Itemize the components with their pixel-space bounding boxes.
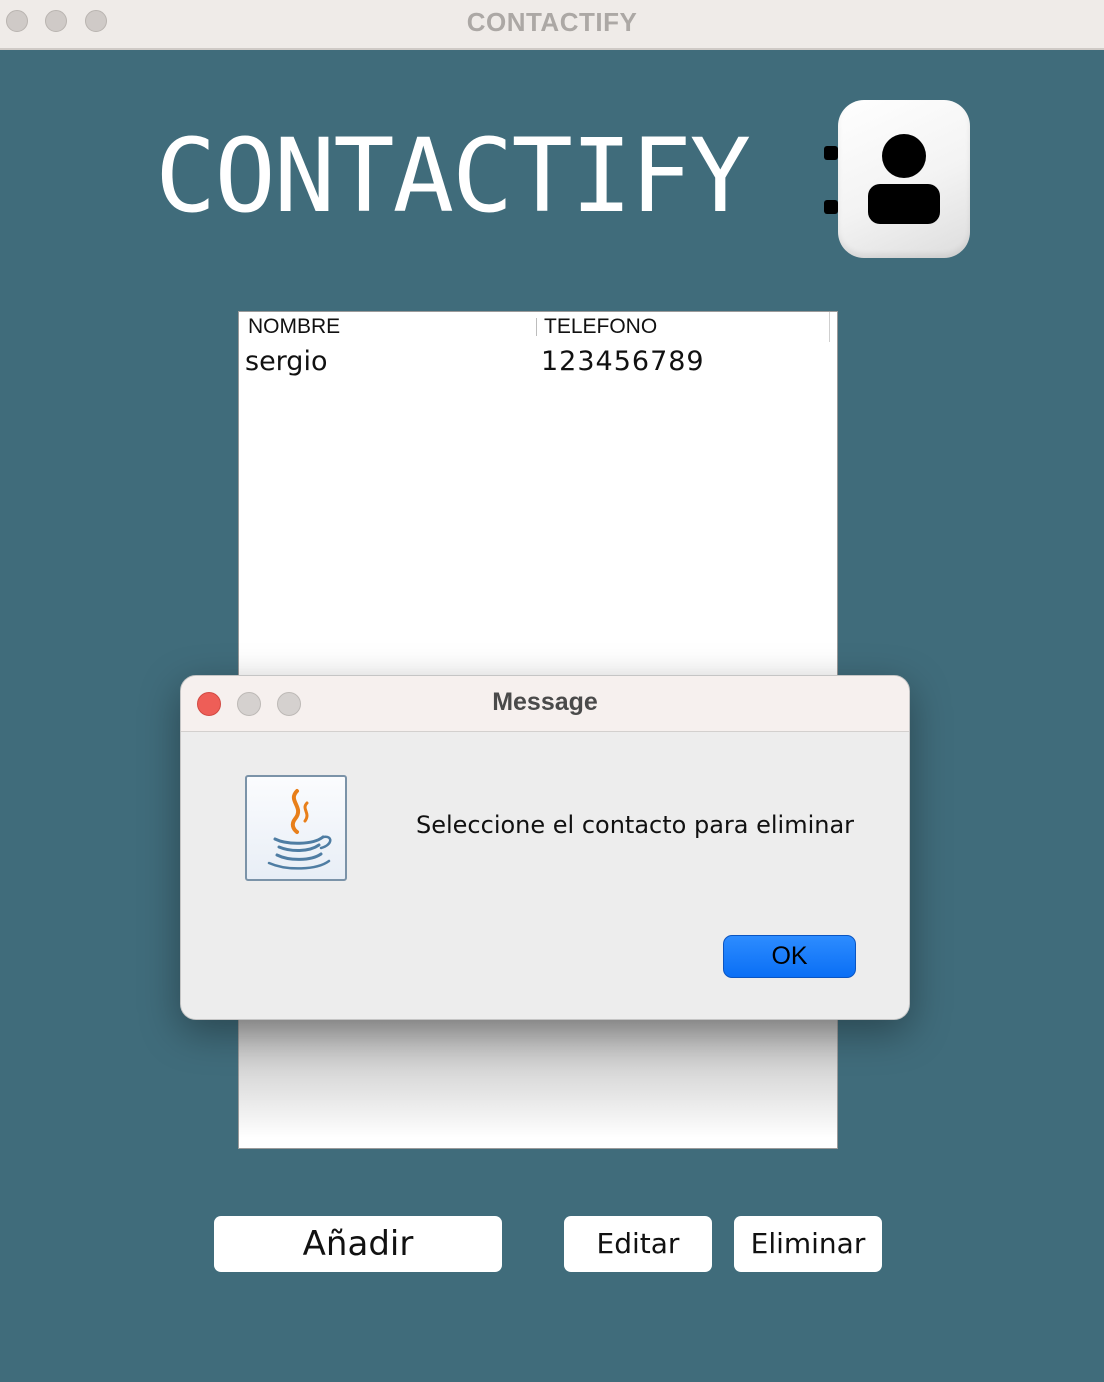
edit-button[interactable]: Editar xyxy=(564,1216,712,1272)
column-header-telefono[interactable]: TELEFONO xyxy=(544,315,657,339)
ok-button[interactable]: OK xyxy=(723,935,856,978)
message-dialog: Message Seleccione el contacto para elim… xyxy=(180,675,910,1020)
cell-telefono: 123456789 xyxy=(541,346,705,377)
window-titlebar: CONTACTIFY xyxy=(0,0,1104,50)
dialog-titlebar: Message xyxy=(181,676,909,732)
user-contact-icon xyxy=(838,100,970,258)
window-title: CONTACTIFY xyxy=(466,7,638,37)
dialog-shadow-bottom xyxy=(239,1018,837,1138)
cell-nombre: sergio xyxy=(245,346,328,377)
logo-head xyxy=(882,134,926,178)
app-title: CONTACTIFY xyxy=(155,117,751,236)
table-header: NOMBRE TELEFONO xyxy=(239,312,833,342)
colon-dot-top xyxy=(824,146,838,160)
java-icon xyxy=(245,775,347,881)
dialog-message: Seleccione el contacto para eliminar xyxy=(416,811,855,839)
delete-button[interactable]: Eliminar xyxy=(734,1216,882,1272)
dialog-title: Message xyxy=(492,688,598,716)
column-divider[interactable] xyxy=(536,318,537,336)
add-button[interactable]: Añadir xyxy=(214,1216,502,1272)
colon-dot-bottom xyxy=(824,200,838,214)
header-edge xyxy=(829,312,830,342)
logo-body xyxy=(868,184,940,224)
column-header-nombre[interactable]: NOMBRE xyxy=(248,315,340,339)
